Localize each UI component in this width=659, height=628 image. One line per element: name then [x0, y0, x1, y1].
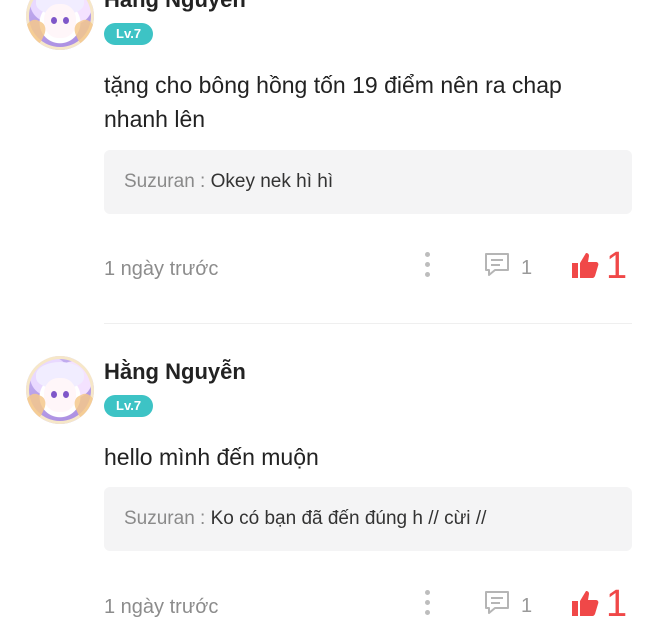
comment-text: hello mình đến muộn	[104, 444, 319, 470]
username[interactable]: Hằng Nguyễn	[104, 359, 246, 385]
like-count: 1	[606, 245, 628, 287]
level-badge: Lv.7	[104, 395, 154, 417]
avatar-face	[44, 4, 76, 38]
reply-box[interactable]: Suzuran : Ko có bạn đã đến đúng h // cừi…	[104, 487, 632, 551]
divider	[104, 323, 632, 324]
comment-meta: 1 ngày trước 1 1	[104, 245, 632, 290]
reply-author: Suzuran :	[124, 508, 211, 529]
comment-text: tặng cho bông hồng tốn 19 điểm nên ra ch…	[104, 72, 562, 132]
more-options-icon[interactable]	[423, 250, 431, 280]
reply-message: Ko có bạn đã đến đúng h // cừi //	[210, 508, 487, 529]
reply-author: Suzuran :	[124, 171, 211, 192]
like-count: 1	[606, 583, 628, 625]
username[interactable]: Hằng Nguyễn	[104, 0, 246, 13]
avatar[interactable]	[26, 356, 94, 424]
reply-count: 1	[521, 257, 533, 279]
level-badge: Lv.7	[104, 23, 154, 45]
reply-box[interactable]: Suzuran : Okey nek hì hì	[104, 150, 632, 214]
comment-meta: 1 ngày trước 1 1	[104, 583, 632, 628]
reply-message: Okey nek hì hì	[210, 171, 334, 192]
timestamp: 1 ngày trước	[104, 596, 219, 618]
avatar-face	[44, 378, 76, 412]
timestamp: 1 ngày trước	[104, 258, 219, 280]
thumbs-up-icon[interactable]	[570, 588, 600, 618]
comment-icon[interactable]	[483, 252, 511, 278]
thumbs-up-icon[interactable]	[570, 250, 600, 280]
avatar[interactable]	[26, 0, 94, 50]
reply-count: 1	[521, 595, 533, 617]
more-options-icon[interactable]	[423, 588, 431, 618]
comment-icon[interactable]	[483, 590, 511, 616]
